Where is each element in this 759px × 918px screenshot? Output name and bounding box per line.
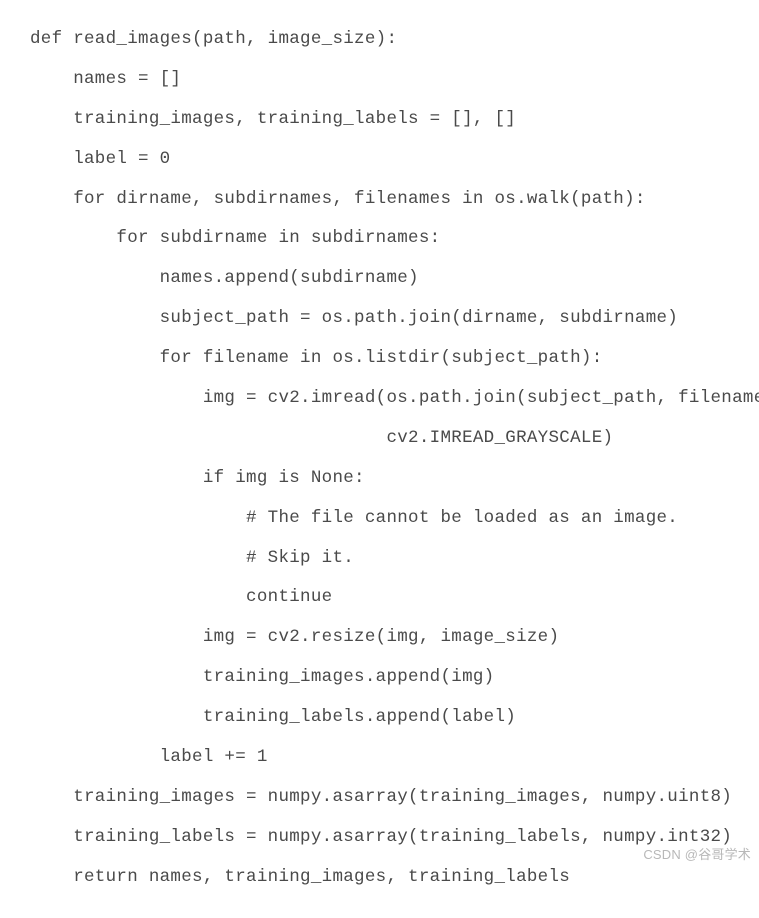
code-line: names.append(subdirname) [30, 268, 419, 288]
code-line: subject_path = os.path.join(dirname, sub… [30, 308, 678, 328]
code-line: label += 1 [30, 747, 268, 767]
code-block: def read_images(path, image_size): names… [0, 0, 759, 918]
code-line: for filename in os.listdir(subject_path)… [30, 348, 603, 368]
code-line: names = [] [30, 69, 181, 89]
code-line: def read_images(path, image_size): [30, 29, 397, 49]
code-line: training_images.append(img) [30, 667, 494, 687]
code-line: img = cv2.resize(img, image_size) [30, 627, 559, 647]
code-line: for subdirname in subdirnames: [30, 228, 440, 248]
code-line: if img is None: [30, 468, 365, 488]
code-line: label = 0 [30, 149, 170, 169]
code-line: # Skip it. [30, 548, 354, 568]
code-line: training_images, training_labels = [], [… [30, 109, 516, 129]
code-line: cv2.IMREAD_GRAYSCALE) [30, 428, 613, 448]
code-line: training_labels.append(label) [30, 707, 516, 727]
code-line: return names, training_images, training_… [30, 867, 570, 887]
code-line: training_labels = numpy.asarray(training… [30, 827, 732, 847]
watermark: CSDN @谷哥学术 [643, 844, 751, 863]
code-line: for dirname, subdirnames, filenames in o… [30, 189, 646, 209]
code-line: training_images = numpy.asarray(training… [30, 787, 732, 807]
code-line: # The file cannot be loaded as an image. [30, 508, 678, 528]
code-line: continue [30, 587, 332, 607]
code-line: img = cv2.imread(os.path.join(subject_pa… [30, 388, 759, 408]
